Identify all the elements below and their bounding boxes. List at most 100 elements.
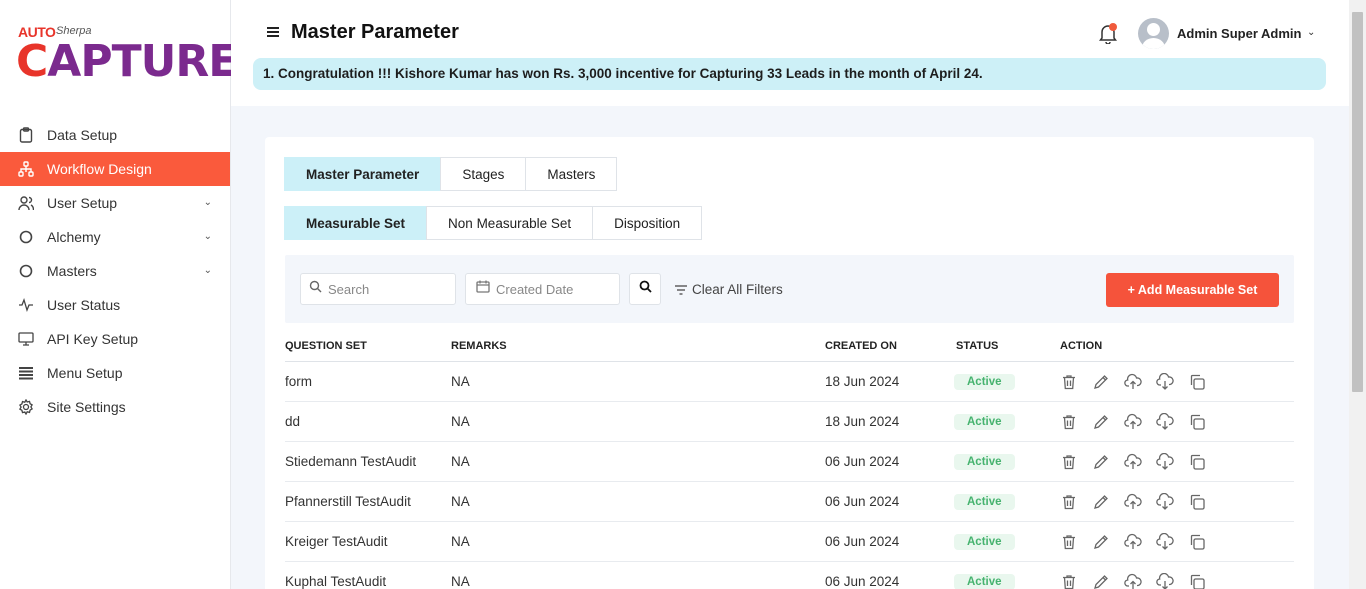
table-row: Pfannerstill TestAudit NA 06 Jun 2024 Ac… bbox=[285, 482, 1294, 522]
column-header-created-on[interactable]: CREATED ON bbox=[825, 340, 897, 352]
sidebar-item-user-status[interactable]: User Status bbox=[0, 288, 230, 322]
sidebar-item-label: API Key Setup bbox=[47, 331, 139, 347]
table-row: form NA 18 Jun 2024 Active bbox=[285, 362, 1294, 402]
cloud-download-icon[interactable] bbox=[1156, 492, 1174, 511]
tab-non-measurable-set[interactable]: Non Measurable Set bbox=[426, 206, 594, 240]
upload-icon[interactable] bbox=[1124, 413, 1142, 431]
sidebar-item-label: Workflow Design bbox=[47, 161, 152, 177]
cell-status: Active bbox=[954, 413, 1015, 430]
tab-measurable-set[interactable]: Measurable Set bbox=[284, 206, 428, 240]
cell-question-set: Kreiger TestAudit bbox=[285, 534, 388, 549]
edit-icon[interactable] bbox=[1092, 373, 1110, 391]
cell-remarks: NA bbox=[451, 534, 470, 549]
tab-master-parameter[interactable]: Master Parameter bbox=[284, 157, 442, 191]
delete-icon[interactable] bbox=[1060, 573, 1078, 589]
clipboard-icon bbox=[18, 127, 34, 143]
cell-remarks: NA bbox=[451, 574, 470, 589]
sidebar-item-api-key-setup[interactable]: API Key Setup bbox=[0, 322, 230, 356]
delete-icon[interactable] bbox=[1060, 373, 1078, 391]
tab-masters[interactable]: Masters bbox=[525, 157, 618, 191]
cloud-download-icon[interactable] bbox=[1156, 532, 1174, 551]
sidebar-item-menu-setup[interactable]: Menu Setup bbox=[0, 356, 230, 390]
cell-created-on: 06 Jun 2024 bbox=[825, 494, 900, 509]
upload-icon[interactable] bbox=[1124, 533, 1142, 551]
cell-actions bbox=[1060, 412, 1220, 431]
copy-icon[interactable] bbox=[1188, 573, 1206, 589]
sidebar-item-label: Masters bbox=[47, 263, 97, 279]
sidebar-item-label: Data Setup bbox=[47, 127, 118, 143]
notification-dot bbox=[1109, 23, 1117, 31]
upload-icon[interactable] bbox=[1124, 373, 1142, 391]
status-badge: Active bbox=[954, 374, 1015, 390]
edit-icon[interactable] bbox=[1092, 573, 1110, 589]
announcement-banner: 1. Congratulation !!! Kishore Kumar has … bbox=[253, 58, 1326, 90]
column-header-remarks[interactable]: REMARKS bbox=[451, 340, 507, 352]
chevron-down-icon[interactable]: ⌄ bbox=[204, 197, 212, 208]
status-badge: Active bbox=[954, 414, 1015, 430]
delete-icon[interactable] bbox=[1060, 533, 1078, 551]
chevron-down-icon[interactable]: ⌄ bbox=[204, 265, 212, 276]
cell-remarks: NA bbox=[451, 414, 470, 429]
user-name[interactable]: Admin Super Admin bbox=[1177, 26, 1301, 41]
copy-icon[interactable] bbox=[1188, 493, 1206, 511]
tab-stages[interactable]: Stages bbox=[440, 157, 527, 191]
filter-icon bbox=[675, 284, 687, 295]
cloud-download-icon[interactable] bbox=[1156, 412, 1174, 431]
created-date-field[interactable] bbox=[465, 273, 620, 305]
column-header-action: ACTION bbox=[1060, 339, 1103, 352]
sidebar-item-alchemy[interactable]: Alchemy ⌄ bbox=[0, 220, 230, 254]
upload-icon[interactable] bbox=[1124, 493, 1142, 511]
table-row: Kuphal TestAudit NA 06 Jun 2024 Active bbox=[285, 562, 1294, 589]
cloud-download-icon[interactable] bbox=[1156, 452, 1174, 471]
cloud-download-icon[interactable] bbox=[1156, 372, 1174, 391]
search-field[interactable] bbox=[300, 273, 456, 305]
copy-icon[interactable] bbox=[1188, 413, 1206, 431]
chevron-down-icon[interactable]: ⌄ bbox=[1307, 27, 1315, 38]
created-date-input[interactable] bbox=[496, 281, 611, 297]
capture-logo[interactable]: AUTO Sherpa CAPTURE bbox=[16, 22, 238, 87]
cell-status: Active bbox=[954, 453, 1015, 470]
add-measurable-set-button[interactable]: + Add Measurable Set bbox=[1106, 273, 1279, 307]
sidebar-item-masters[interactable]: Masters ⌄ bbox=[0, 254, 230, 288]
upload-icon[interactable] bbox=[1124, 573, 1142, 589]
edit-icon[interactable] bbox=[1092, 453, 1110, 471]
tab-disposition[interactable]: Disposition bbox=[592, 206, 703, 240]
sub-tabs: Measurable Set Non Measurable Set Dispos… bbox=[284, 206, 703, 240]
edit-icon[interactable] bbox=[1092, 413, 1110, 431]
sidebar-item-user-setup[interactable]: User Setup ⌄ bbox=[0, 186, 230, 220]
edit-icon[interactable] bbox=[1092, 533, 1110, 551]
clear-all-filters-button[interactable]: Clear All Filters bbox=[675, 282, 783, 297]
sidebar-item-workflow-design[interactable]: Workflow Design bbox=[0, 152, 230, 186]
delete-icon[interactable] bbox=[1060, 493, 1078, 511]
avatar[interactable] bbox=[1138, 18, 1169, 49]
scrollbar[interactable] bbox=[1349, 0, 1366, 589]
cloud-download-icon[interactable] bbox=[1156, 572, 1174, 589]
sidebar-item-site-settings[interactable]: Site Settings bbox=[0, 390, 230, 424]
cell-question-set: form bbox=[285, 374, 312, 389]
hamburger-menu-icon[interactable] bbox=[267, 27, 279, 39]
cell-created-on: 06 Jun 2024 bbox=[825, 454, 900, 469]
search-input[interactable] bbox=[328, 281, 443, 297]
copy-icon[interactable] bbox=[1188, 373, 1206, 391]
column-header-status[interactable]: STATUS bbox=[956, 340, 998, 352]
status-badge: Active bbox=[954, 494, 1015, 510]
column-header-question-set[interactable]: QUESTION SET bbox=[285, 340, 367, 352]
clear-all-filters-label: Clear All Filters bbox=[692, 282, 783, 297]
activity-icon bbox=[18, 297, 34, 313]
chevron-down-icon[interactable]: ⌄ bbox=[204, 231, 212, 242]
scrollbar-thumb[interactable] bbox=[1352, 12, 1363, 392]
delete-icon[interactable] bbox=[1060, 413, 1078, 431]
table-header: QUESTION SET REMARKS CREATED ON STATUS A… bbox=[285, 330, 1294, 362]
edit-icon[interactable] bbox=[1092, 493, 1110, 511]
copy-icon[interactable] bbox=[1188, 533, 1206, 551]
sidebar-item-data-setup[interactable]: Data Setup bbox=[0, 118, 230, 152]
delete-icon[interactable] bbox=[1060, 453, 1078, 471]
status-badge: Active bbox=[954, 454, 1015, 470]
search-button[interactable] bbox=[629, 273, 661, 305]
copy-icon[interactable] bbox=[1188, 453, 1206, 471]
sidebar: AUTO Sherpa CAPTURE Data Setup Workflow … bbox=[0, 0, 238, 589]
workflow-icon bbox=[18, 161, 34, 177]
cell-question-set: dd bbox=[285, 414, 301, 429]
upload-icon[interactable] bbox=[1124, 453, 1142, 471]
page-title: Master Parameter bbox=[291, 21, 459, 43]
